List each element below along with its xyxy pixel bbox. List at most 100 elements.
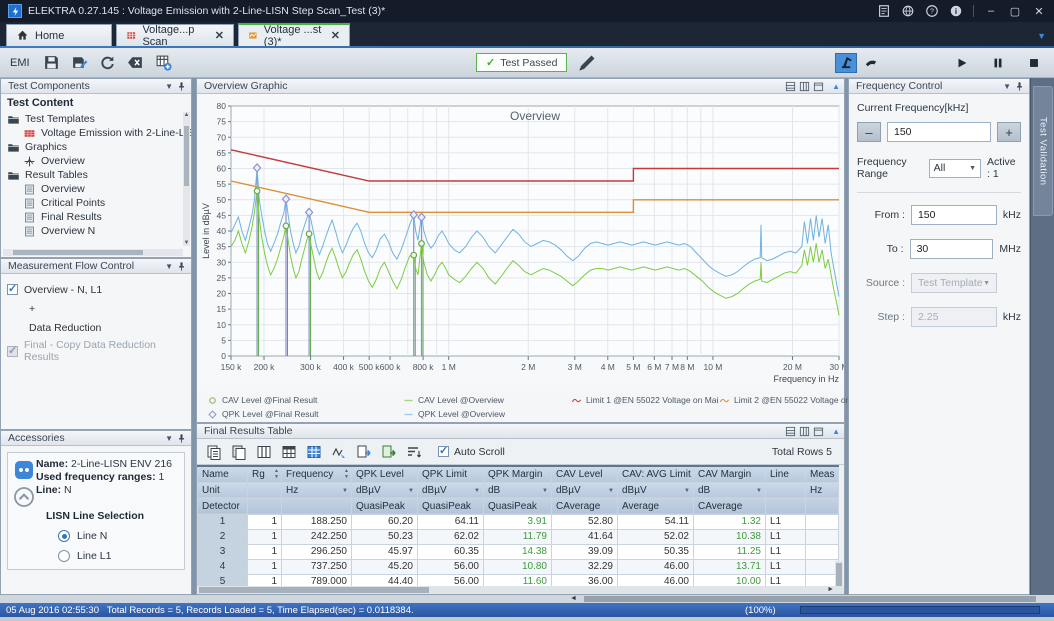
probe-active-button[interactable] <box>835 52 857 73</box>
tree-item[interactable]: Graphics <box>7 140 191 154</box>
column-header[interactable]: dBµV ▼ <box>351 481 418 499</box>
tree-item[interactable]: Critical Points <box>7 196 191 210</box>
lisn-line-option[interactable]: Line N <box>58 530 180 542</box>
columns-button[interactable] <box>253 442 275 462</box>
collapse-chevron-icon[interactable] <box>12 485 36 509</box>
column-header[interactable] <box>281 497 352 515</box>
table-row[interactable]: 1 1 188.250 60.20 64.11 3.91 52.80 54.11 1.32 L1 <box>197 513 839 530</box>
collapse-panel-icon[interactable]: ▲ <box>832 82 840 91</box>
column-header[interactable]: Rg ▲ ▼ <box>247 465 282 483</box>
column-header[interactable]: dB ▼ <box>693 481 766 499</box>
unit-dropdown-icon[interactable]: ▼ <box>608 488 614 494</box>
layout-window-icon[interactable] <box>813 81 824 92</box>
column-header[interactable]: QPK Limit <box>417 465 484 483</box>
column-header[interactable]: Frequency ▲ ▼ <box>281 465 352 483</box>
column-header[interactable]: dB ▼ <box>483 481 552 499</box>
flow-checkbox[interactable] <box>7 344 18 357</box>
field-input[interactable]: 150 <box>910 205 997 225</box>
column-header[interactable] <box>805 497 839 515</box>
column-header[interactable]: Meas B <box>805 465 839 483</box>
column-header[interactable]: dBµV ▼ <box>617 481 694 499</box>
unit-dropdown-icon[interactable]: ▼ <box>542 488 548 494</box>
flow-control-header[interactable]: Measurement Flow Control ▼ <box>1 259 191 274</box>
maximize-button[interactable]: ▢ <box>1008 5 1022 18</box>
table-row[interactable]: 3 1 296.250 45.97 60.35 14.38 39.09 50.35 11.25 L… <box>197 543 839 560</box>
flow-checkbox[interactable] <box>7 282 18 295</box>
column-header[interactable]: Name <box>197 465 248 483</box>
minimize-button[interactable]: – <box>984 5 998 17</box>
legend-item[interactable]: QPK Level @Final Result <box>207 407 403 421</box>
close-button[interactable]: ✕ <box>1032 5 1046 18</box>
tree-item[interactable]: Voltage Emission with 2-Line-LISN St <box>7 126 191 140</box>
tab-home[interactable]: Home <box>6 24 112 46</box>
layout-columns-icon[interactable] <box>799 81 810 92</box>
pin-icon[interactable] <box>176 81 187 92</box>
save-edit-button[interactable] <box>68 52 92 74</box>
save-button[interactable] <box>40 52 64 74</box>
cursor-peak-button[interactable] <box>328 442 350 462</box>
column-header[interactable] <box>247 497 282 515</box>
layout-window-icon[interactable] <box>813 426 824 437</box>
column-header[interactable]: Detector <box>197 497 248 515</box>
table-grid-button[interactable] <box>303 442 325 462</box>
tabbar-overflow-icon[interactable]: ▼ <box>1037 31 1046 41</box>
export-excel-button[interactable] <box>378 442 400 462</box>
tree-item[interactable]: Final Results <box>7 210 191 224</box>
field-input[interactable]: 30 <box>909 239 994 259</box>
current-frequency-input[interactable]: 150 <box>887 122 991 142</box>
legend-item[interactable]: Limit 2 @EN 55022 Voltage on Mains <box>719 393 869 407</box>
chevron-down-icon[interactable]: ▼ <box>1003 82 1011 91</box>
radio-button[interactable] <box>58 550 70 562</box>
unit-dropdown-icon[interactable]: ▼ <box>408 488 414 494</box>
test-components-header[interactable]: Test Components ▼ <box>1 79 191 94</box>
frequency-increment-button[interactable]: + <box>997 122 1021 142</box>
sort-arrows-icon[interactable]: ▲ ▼ <box>274 468 279 480</box>
frequency-range-select[interactable]: All ▼ <box>928 158 982 178</box>
sort-button[interactable] <box>403 442 425 462</box>
table-row[interactable]: 5 1 789.000 44.40 56.00 11.60 36.00 46.00 10.00 L… <box>197 573 839 586</box>
layout-rows-icon[interactable] <box>785 81 796 92</box>
pin-icon[interactable] <box>176 261 187 272</box>
pin-icon[interactable] <box>176 433 187 444</box>
table-row[interactable]: 4 1 737.250 45.20 56.00 10.80 32.29 46.00 13.71 L… <box>197 558 839 575</box>
probe-button[interactable] <box>860 53 882 73</box>
column-header[interactable]: Line <box>765 465 806 483</box>
copy-page-button[interactable] <box>203 442 225 462</box>
page-horizontal-scrollbar[interactable]: ◄ <box>0 595 1054 603</box>
add-table-button[interactable] <box>152 52 176 74</box>
tree-item[interactable]: Overview <box>7 182 191 196</box>
column-header[interactable]: CAV: AVG Limit <box>617 465 694 483</box>
column-header[interactable]: Hz <box>805 481 839 499</box>
chevron-down-icon[interactable]: ▼ <box>165 262 173 271</box>
legend-item[interactable]: CAV Level @Final Result <box>207 393 403 407</box>
tab-test-close-icon[interactable]: ✕ <box>331 29 340 42</box>
tree-vertical-scrollbar[interactable]: ▲ ▼ <box>183 112 190 246</box>
final-results-header[interactable]: Final Results Table ▲ <box>197 424 844 439</box>
table-horizontal-scrollbar[interactable]: ► <box>197 586 844 594</box>
column-header[interactable]: QPK Margin <box>483 465 552 483</box>
column-header[interactable] <box>247 481 282 499</box>
chart-area[interactable]: 0 5 10 15 20 25 30 35 40 45 50 55 60 65 70 75 80 150 k 200… <box>197 94 848 391</box>
column-header[interactable]: Average <box>617 497 694 515</box>
pause-button[interactable] <box>986 52 1010 74</box>
sort-arrows-icon[interactable]: ▲ ▼ <box>344 468 349 480</box>
column-header[interactable]: CAV Level <box>551 465 618 483</box>
unit-dropdown-icon[interactable]: ▼ <box>756 488 762 494</box>
table-row[interactable]: 2 1 242.250 50.23 62.02 11.79 41.64 52.02 10.38 L… <box>197 528 839 545</box>
unit-dropdown-icon[interactable]: ▼ <box>342 488 348 494</box>
flow-item[interactable]: Overview - N, L1 <box>7 282 185 297</box>
pin-icon[interactable] <box>1014 81 1025 92</box>
legend-item[interactable]: QPK Level @Overview <box>403 407 571 421</box>
clear-button[interactable] <box>124 52 148 74</box>
legend-item[interactable]: CAV Level @Overview <box>403 393 571 407</box>
tab-test[interactable]: Voltage ...st (3)* ✕ <box>238 23 350 48</box>
lisn-line-option[interactable]: Line L1 <box>58 550 180 562</box>
column-header[interactable]: QuasiPeak <box>483 497 552 515</box>
collapse-panel-icon[interactable]: ▲ <box>832 427 840 436</box>
column-header[interactable]: QuasiPeak <box>417 497 484 515</box>
table-header-button[interactable] <box>278 442 300 462</box>
chevron-down-icon[interactable]: ▼ <box>165 434 173 443</box>
column-header[interactable]: dBµV ▼ <box>551 481 618 499</box>
test-validation-tab[interactable]: Test Validation <box>1033 86 1053 216</box>
overview-graphic-header[interactable]: Overview Graphic ▲ <box>197 79 844 94</box>
